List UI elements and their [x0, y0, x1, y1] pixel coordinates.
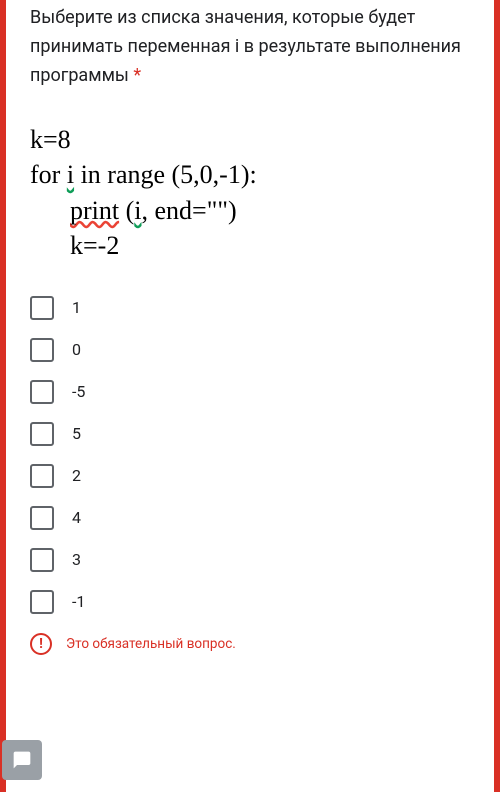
options-list: 1 0 -5 5 2 4 3 -1	[30, 287, 470, 623]
checkbox-icon[interactable]	[30, 464, 54, 488]
feedback-button[interactable]	[2, 740, 42, 780]
code-line-3: print (i, end="")	[30, 193, 470, 228]
question-prompt: Выберите из списка значения, которые буд…	[30, 7, 461, 86]
option-label: -1	[72, 592, 85, 611]
option-row[interactable]: -5	[30, 371, 470, 413]
checkbox-icon[interactable]	[30, 296, 54, 320]
question-card: Выберите из списка значения, которые буд…	[0, 0, 500, 792]
question-text: Выберите из списка значения, которые буд…	[30, 0, 470, 94]
option-label: 0	[72, 340, 81, 359]
option-row[interactable]: 4	[30, 497, 470, 539]
required-star: *	[133, 65, 141, 86]
error-row: ! Это обязательный вопрос.	[30, 623, 470, 655]
option-row[interactable]: 0	[30, 329, 470, 371]
option-label: 4	[72, 508, 81, 527]
option-label: 5	[72, 424, 81, 443]
option-row[interactable]: 3	[30, 539, 470, 581]
checkbox-icon[interactable]	[30, 548, 54, 572]
option-label: 2	[72, 466, 81, 485]
checkbox-icon[interactable]	[30, 422, 54, 446]
checkbox-icon[interactable]	[30, 590, 54, 614]
code-line-4: k=-2	[30, 228, 470, 263]
code-block: k=8 for i in range (5,0,-1): print (i, e…	[30, 122, 470, 262]
checkbox-icon[interactable]	[30, 506, 54, 530]
code-line-1: k=8	[30, 122, 470, 157]
option-row[interactable]: -1	[30, 581, 470, 623]
option-label: 3	[72, 550, 81, 569]
chat-icon	[12, 750, 32, 770]
code-line-2: for i in range (5,0,-1):	[30, 157, 470, 192]
checkbox-icon[interactable]	[30, 338, 54, 362]
option-row[interactable]: 1	[30, 287, 470, 329]
option-label: -5	[72, 382, 85, 401]
error-icon: !	[30, 633, 52, 655]
option-row[interactable]: 2	[30, 455, 470, 497]
option-label: 1	[72, 298, 81, 317]
option-row[interactable]: 5	[30, 413, 470, 455]
checkbox-icon[interactable]	[30, 380, 54, 404]
error-text: Это обязательный вопрос.	[66, 636, 236, 652]
